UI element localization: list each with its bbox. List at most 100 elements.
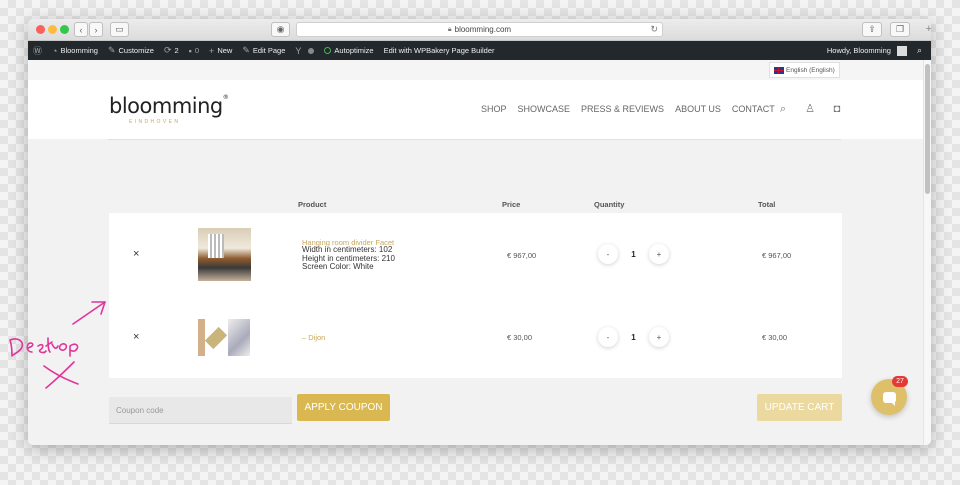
top-strip: English (English) <box>28 60 923 80</box>
col-product-header: Product <box>298 200 327 209</box>
edit-page-link[interactable]: ✎ Edit Page <box>237 45 290 56</box>
customize-label: Customize <box>118 46 154 55</box>
search-icon[interactable]: ⌕ <box>777 103 789 115</box>
cart-row: × Hanging room divider Facet Width in ce… <box>109 213 842 295</box>
dashboard-icon: ◔ <box>52 45 58 56</box>
item-price: € 30,00 <box>507 333 533 342</box>
increase-quantity-button[interactable]: + <box>649 327 669 347</box>
apply-coupon-button[interactable]: APPLY COUPON <box>297 394 390 421</box>
decrease-quantity-button[interactable]: - <box>598 244 618 264</box>
search-icon: ⌕ <box>916 45 922 55</box>
nav-shop[interactable]: SHOP <box>481 104 507 114</box>
product-variation-meta: Width in centimeters: 102 Height in cent… <box>302 245 395 272</box>
close-window-button[interactable] <box>36 25 45 34</box>
share-icon[interactable]: ⇪ <box>862 22 882 37</box>
quantity-input[interactable]: 1 <box>618 250 649 259</box>
seo-status-dot-icon <box>308 47 315 54</box>
comments-count: 0 <box>194 46 200 55</box>
customize-link[interactable]: ✎ Customize <box>103 45 159 56</box>
updates-icon: ⟳ <box>163 45 172 55</box>
quantity-stepper: - 1 + <box>598 327 669 347</box>
nav-contact[interactable]: CONTACT <box>732 104 775 114</box>
remove-item-button[interactable]: × <box>133 248 139 260</box>
wordpress-logo-menu[interactable]: Ⓦ <box>28 44 47 57</box>
item-price: € 967,00 <box>507 251 537 260</box>
address-bar[interactable]: 🔒︎ bloomming.com ↻ <box>296 22 663 37</box>
admin-search-button[interactable]: ⌕ <box>912 45 927 56</box>
yoast-icon: Y <box>295 45 302 56</box>
new-tab-icon[interactable]: + <box>926 23 931 35</box>
meta-screen-color: Screen Color: White <box>302 262 374 271</box>
logo-registered-mark: ® <box>222 94 229 101</box>
decrease-quantity-button[interactable]: - <box>598 327 618 347</box>
cart-row: × – Dijon € 30,00 - 1 + € 30,00 <box>109 295 842 377</box>
site-header: bloomming® EINDHOVEN SHOP SHOWCASE PRESS… <box>28 80 923 139</box>
header-divider <box>108 139 841 140</box>
forward-icon[interactable]: › <box>89 22 103 37</box>
site-name-label: Bloomming <box>60 46 98 55</box>
wp-admin-bar: Ⓦ ◔ Bloomming ✎ Customize ⟳ 2 ▪ 0 + New … <box>28 41 931 60</box>
cart-bag-icon[interactable]: ◘ <box>831 103 843 115</box>
nav-showcase[interactable]: SHOWCASE <box>518 104 571 114</box>
comment-icon: ▪ <box>188 45 192 56</box>
wpbakery-link[interactable]: Edit with WPBakery Page Builder <box>379 46 500 55</box>
chat-bubble-icon <box>882 391 896 406</box>
scrollbar-thumb[interactable] <box>925 64 930 194</box>
header-icons: ⌕ ♙ ◘ <box>777 103 843 115</box>
avatar <box>896 45 907 56</box>
page-scrollbar[interactable] <box>923 60 931 445</box>
updates-link[interactable]: ⟳ 2 <box>159 45 184 56</box>
language-switcher[interactable]: English (English) <box>769 62 840 78</box>
language-label: English (English) <box>786 66 835 74</box>
col-price-header: Price <box>502 200 521 209</box>
thumbnail-panel-left <box>198 319 205 356</box>
pencil-icon: ✎ <box>242 45 250 55</box>
edit-page-label: Edit Page <box>252 46 286 55</box>
increase-quantity-button[interactable]: + <box>649 244 669 264</box>
quantity-stepper: - 1 + <box>598 244 669 264</box>
browser-window: ‹ › ▭ ◉ 🔒︎ bloomming.com ↻ ⇪ ❐ + Ⓦ ◔ Blo… <box>28 19 931 445</box>
thumbnail-diamond <box>204 326 228 350</box>
title-bar: ‹ › ▭ ◉ 🔒︎ bloomming.com ↻ ⇪ ❐ + <box>28 19 931 41</box>
product-name-link[interactable]: – Dijon <box>302 333 325 342</box>
privacy-report-icon[interactable]: ◉ <box>271 22 290 37</box>
cart-table: × Hanging room divider Facet Width in ce… <box>109 213 842 378</box>
product-thumbnail[interactable] <box>198 228 251 281</box>
annotation-word <box>26 337 79 357</box>
back-icon[interactable]: ‹ <box>74 22 88 37</box>
item-total: € 967,00 <box>762 251 792 260</box>
thumbnail-panel-right <box>228 319 250 356</box>
minimize-window-button[interactable] <box>48 25 57 34</box>
annotation-cross <box>43 361 79 389</box>
autoptimize-status-icon <box>324 47 332 54</box>
item-total: € 30,00 <box>762 333 788 342</box>
remove-item-button[interactable]: × <box>133 331 139 343</box>
zoom-window-button[interactable] <box>60 25 69 34</box>
handwritten-annotation <box>9 301 106 389</box>
logo-subtitle: EINDHOVEN <box>129 119 181 125</box>
nav-press-reviews[interactable]: PRESS & REVIEWS <box>581 104 664 114</box>
autoptimize-menu[interactable]: Autoptimize <box>319 46 378 55</box>
nav-about-us[interactable]: ABOUT US <box>675 104 721 114</box>
comments-link[interactable]: ▪ 0 <box>184 46 204 56</box>
coupon-code-input[interactable]: Coupon code <box>109 397 292 424</box>
product-thumbnail[interactable] <box>198 319 251 356</box>
sidebar-toggle-icon[interactable]: ▭ <box>110 22 129 37</box>
yoast-menu[interactable]: Y <box>290 46 319 56</box>
my-account-menu[interactable]: Howdy, Bloomming <box>822 45 912 56</box>
site-name-menu[interactable]: ◔ Bloomming <box>47 46 103 56</box>
account-icon[interactable]: ♙ <box>804 103 816 115</box>
logo-wordmark: bloomming® <box>109 94 229 118</box>
howdy-label: Howdy, Bloomming <box>826 46 891 55</box>
chat-unread-badge: 27 <box>892 376 908 387</box>
update-cart-button[interactable]: UPDATE CART <box>757 394 842 421</box>
url-text: bloomming.com <box>454 25 512 34</box>
quantity-input[interactable]: 1 <box>618 333 649 342</box>
logo-text: bloomming <box>109 94 223 118</box>
reload-icon[interactable]: ↻ <box>650 24 658 35</box>
tabs-overview-icon[interactable]: ❐ <box>890 22 910 37</box>
annotation-arrow-shaft <box>72 301 106 325</box>
new-content-menu[interactable]: + New <box>204 46 237 56</box>
col-total-header: Total <box>758 200 776 209</box>
site-logo[interactable]: bloomming® EINDHOVEN <box>109 94 229 125</box>
